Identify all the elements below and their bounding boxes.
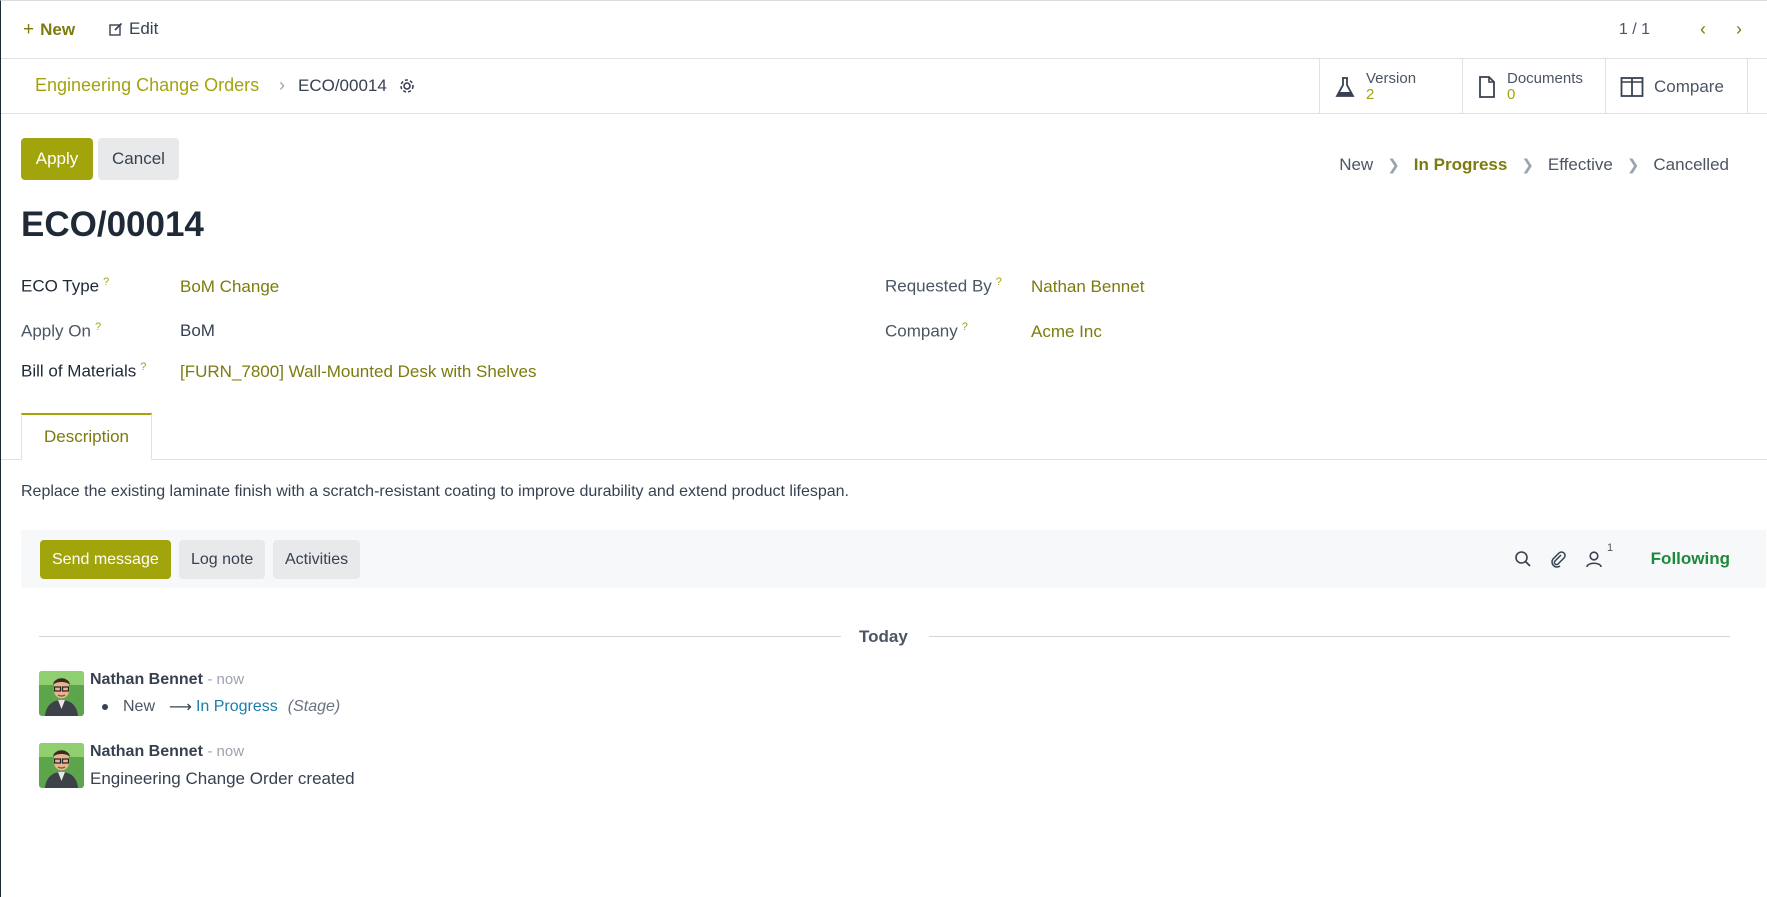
new-button[interactable]: + New: [23, 19, 75, 41]
documents-label: Documents: [1507, 69, 1583, 87]
following-button[interactable]: Following: [1651, 549, 1730, 569]
follower-icon[interactable]: [1585, 550, 1603, 568]
breadcrumb-bar: Engineering Change Orders › ECO/00014 Ve…: [1, 59, 1767, 114]
compare-icon: [1620, 76, 1644, 97]
company-label: Company?: [885, 321, 968, 341]
documents-stat-button[interactable]: Documents 0: [1462, 59, 1605, 114]
apply-on-field[interactable]: BoM: [180, 321, 215, 341]
record-title: ECO/00014: [21, 205, 204, 244]
eco-type-label: ECO Type?: [21, 276, 110, 296]
tracking-value-line: New ⟶ In Progress (Stage): [102, 697, 340, 717]
date-divider-right: [929, 636, 1730, 637]
compare-label: Compare: [1654, 76, 1724, 96]
message-author[interactable]: Nathan Bennet - now: [90, 671, 244, 689]
stage-new[interactable]: New: [1339, 155, 1373, 175]
chevron-right-icon: ❯: [1387, 157, 1400, 174]
eco-type-field[interactable]: BoM Change: [180, 277, 279, 297]
message-time: - now: [207, 743, 245, 760]
version-stat-button[interactable]: Version 2: [1319, 59, 1462, 114]
breadcrumb-current: ECO/00014: [298, 76, 387, 95]
chevron-right-icon: ❯: [1521, 157, 1534, 174]
gear-icon[interactable]: [398, 77, 416, 95]
edit-button[interactable]: Edit: [109, 19, 158, 39]
bill-of-materials-label: Bill of Materials?: [21, 361, 147, 381]
requested-by-label: Requested By?: [885, 276, 1002, 296]
send-message-button[interactable]: Send message: [40, 540, 171, 579]
flask-icon: [1335, 76, 1355, 97]
chevron-right-icon: ❯: [1626, 157, 1640, 174]
plus-icon: +: [23, 19, 35, 40]
company-field[interactable]: Acme Inc: [1031, 322, 1102, 342]
bullet-icon: [102, 704, 108, 710]
tracking-field-name: (Stage): [287, 698, 341, 715]
documents-value: 0: [1507, 85, 1516, 103]
notebook-tabs: Description: [1, 413, 1767, 460]
new-button-label: New: [40, 20, 76, 39]
compare-stat-button[interactable]: Compare: [1605, 59, 1748, 114]
stage-statusbar: New ❯ In Progress ❯ Effective ❯ Cancelle…: [1339, 155, 1729, 175]
arrow-right-icon: ⟶: [169, 699, 192, 716]
requested-by-field[interactable]: Nathan Bennet: [1031, 277, 1144, 297]
tracking-old-value: New: [123, 698, 156, 715]
cancel-button[interactable]: Cancel: [98, 138, 179, 180]
message-time: - now: [207, 671, 245, 688]
breadcrumb-separator-icon: ›: [279, 75, 285, 95]
tab-description[interactable]: Description: [21, 413, 152, 460]
date-separator: Today: [859, 627, 908, 646]
control-panel: + New Edit 1 / 1 ‹ ›: [1, 1, 1767, 59]
tracking-new-value: In Progress: [195, 698, 278, 715]
chevron-right-icon[interactable]: ›: [1736, 19, 1742, 40]
chatter-toolbar: Send message Log note Activities 1 Follo…: [21, 530, 1766, 588]
stage-in-progress[interactable]: In Progress: [1414, 155, 1508, 175]
avatar[interactable]: [39, 671, 84, 716]
version-label: Version: [1366, 69, 1417, 87]
follower-count: 1: [1607, 542, 1614, 554]
date-divider-left: [39, 636, 841, 637]
breadcrumb-parent[interactable]: Engineering Change Orders: [35, 75, 259, 96]
search-icon[interactable]: [1514, 550, 1532, 568]
log-note-button[interactable]: Log note: [179, 540, 266, 579]
description-text[interactable]: Replace the existing laminate finish wit…: [21, 483, 849, 501]
edit-icon: [109, 22, 123, 36]
apply-button[interactable]: Apply: [21, 138, 93, 180]
pager-value[interactable]: 1 / 1: [1619, 21, 1650, 39]
stage-effective[interactable]: Effective: [1548, 155, 1613, 175]
edit-button-label: Edit: [129, 19, 159, 38]
message-author[interactable]: Nathan Bennet - now: [90, 743, 244, 761]
activities-button[interactable]: Activities: [273, 540, 361, 579]
bill-of-materials-field[interactable]: [FURN_7800] Wall-Mounted Desk with Shelv…: [180, 362, 537, 382]
chevron-left-icon[interactable]: ‹: [1700, 19, 1706, 40]
version-value: 2: [1366, 85, 1375, 103]
paperclip-icon[interactable]: [1549, 550, 1567, 568]
document-icon: [1479, 75, 1495, 98]
message-body: Engineering Change Order created: [90, 769, 355, 788]
avatar[interactable]: [39, 743, 84, 788]
stage-cancelled[interactable]: Cancelled: [1653, 155, 1729, 175]
apply-on-label: Apply On?: [21, 321, 102, 341]
